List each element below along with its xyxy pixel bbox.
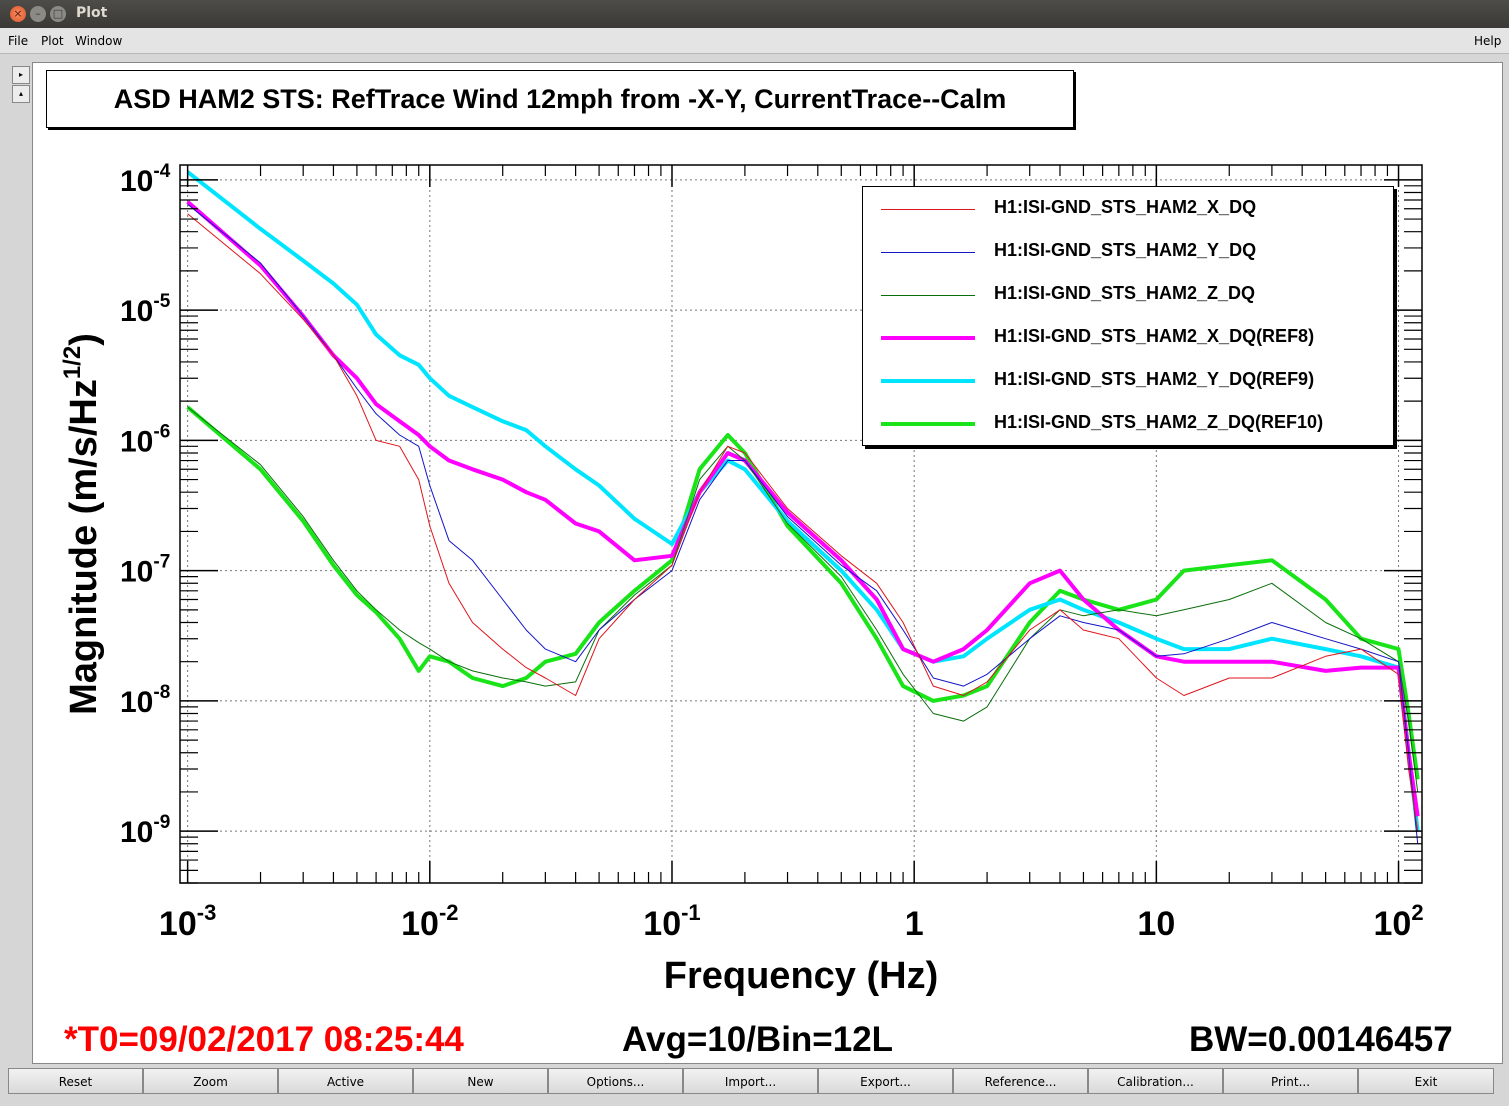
legend-swatch xyxy=(881,251,975,253)
legend-entry: H1:ISI-GND_STS_HAM2_Y_DQ xyxy=(863,230,1393,273)
legend-entry: H1:ISI-GND_STS_HAM2_Z_DQ xyxy=(863,273,1393,316)
bandwidth-info: BW=0.00146457 xyxy=(1189,1020,1453,1059)
zoom-button[interactable]: Zoom xyxy=(143,1068,278,1094)
legend-label: H1:ISI-GND_STS_HAM2_X_DQ xyxy=(994,197,1257,217)
legend-label: H1:ISI-GND_STS_HAM2_Z_DQ(REF10) xyxy=(994,412,1324,432)
legend-entry: H1:ISI-GND_STS_HAM2_Z_DQ(REF10) xyxy=(863,402,1393,445)
legend-swatch xyxy=(881,208,975,210)
import-button[interactable]: Import... xyxy=(683,1068,818,1094)
window-title: Plot xyxy=(76,5,108,21)
button-toolbar: Reset Zoom Active New Options... Import.… xyxy=(8,1068,1502,1096)
close-window-button[interactable]: × xyxy=(10,6,26,22)
t0-timestamp: *T0=09/02/2017 08:25:44 xyxy=(64,1020,464,1059)
menu-window[interactable]: Window xyxy=(75,34,122,48)
menu-plot[interactable]: Plot xyxy=(41,34,64,48)
legend-entry: H1:ISI-GND_STS_HAM2_Y_DQ(REF9) xyxy=(863,359,1393,402)
legend-entry: H1:ISI-GND_STS_HAM2_X_DQ xyxy=(863,187,1393,230)
export-button[interactable]: Export... xyxy=(818,1068,953,1094)
options-button[interactable]: Options... xyxy=(548,1068,683,1094)
collapse-arrow-button[interactable]: ▴ xyxy=(12,85,30,103)
menu-bar: File Plot Window Help xyxy=(0,28,1509,54)
menu-file[interactable]: File xyxy=(8,34,28,48)
calibration-button[interactable]: Calibration... xyxy=(1088,1068,1223,1094)
active-button[interactable]: Active xyxy=(278,1068,413,1094)
legend-swatch xyxy=(881,378,975,383)
reference-button[interactable]: Reference... xyxy=(953,1068,1088,1094)
legend-swatch xyxy=(881,294,975,296)
legend-swatch xyxy=(881,335,975,340)
legend-label: H1:ISI-GND_STS_HAM2_X_DQ(REF8) xyxy=(994,326,1315,346)
legend-label: H1:ISI-GND_STS_HAM2_Y_DQ xyxy=(994,240,1257,260)
new-button[interactable]: New xyxy=(413,1068,548,1094)
legend: H1:ISI-GND_STS_HAM2_X_DQ H1:ISI-GND_STS_… xyxy=(862,186,1394,446)
window-titlebar: × – □ Plot xyxy=(0,0,1509,28)
legend-label: H1:ISI-GND_STS_HAM2_Y_DQ(REF9) xyxy=(994,369,1315,389)
legend-entry: H1:ISI-GND_STS_HAM2_X_DQ(REF8) xyxy=(863,316,1393,359)
average-info: Avg=10/Bin=12L xyxy=(622,1020,894,1059)
expand-arrow-button[interactable]: ▸ xyxy=(12,66,30,84)
print-button[interactable]: Print... xyxy=(1223,1068,1358,1094)
minimize-window-button[interactable]: – xyxy=(30,6,46,22)
legend-swatch xyxy=(881,421,975,426)
exit-button[interactable]: Exit xyxy=(1358,1068,1494,1094)
plot-title: ASD HAM2 STS: RefTrace Wind 12mph from -… xyxy=(46,70,1074,128)
legend-label: H1:ISI-GND_STS_HAM2_Z_DQ xyxy=(994,283,1256,303)
reset-button[interactable]: Reset xyxy=(8,1068,143,1094)
maximize-window-button[interactable]: □ xyxy=(50,6,66,22)
menu-help[interactable]: Help xyxy=(1474,34,1501,48)
